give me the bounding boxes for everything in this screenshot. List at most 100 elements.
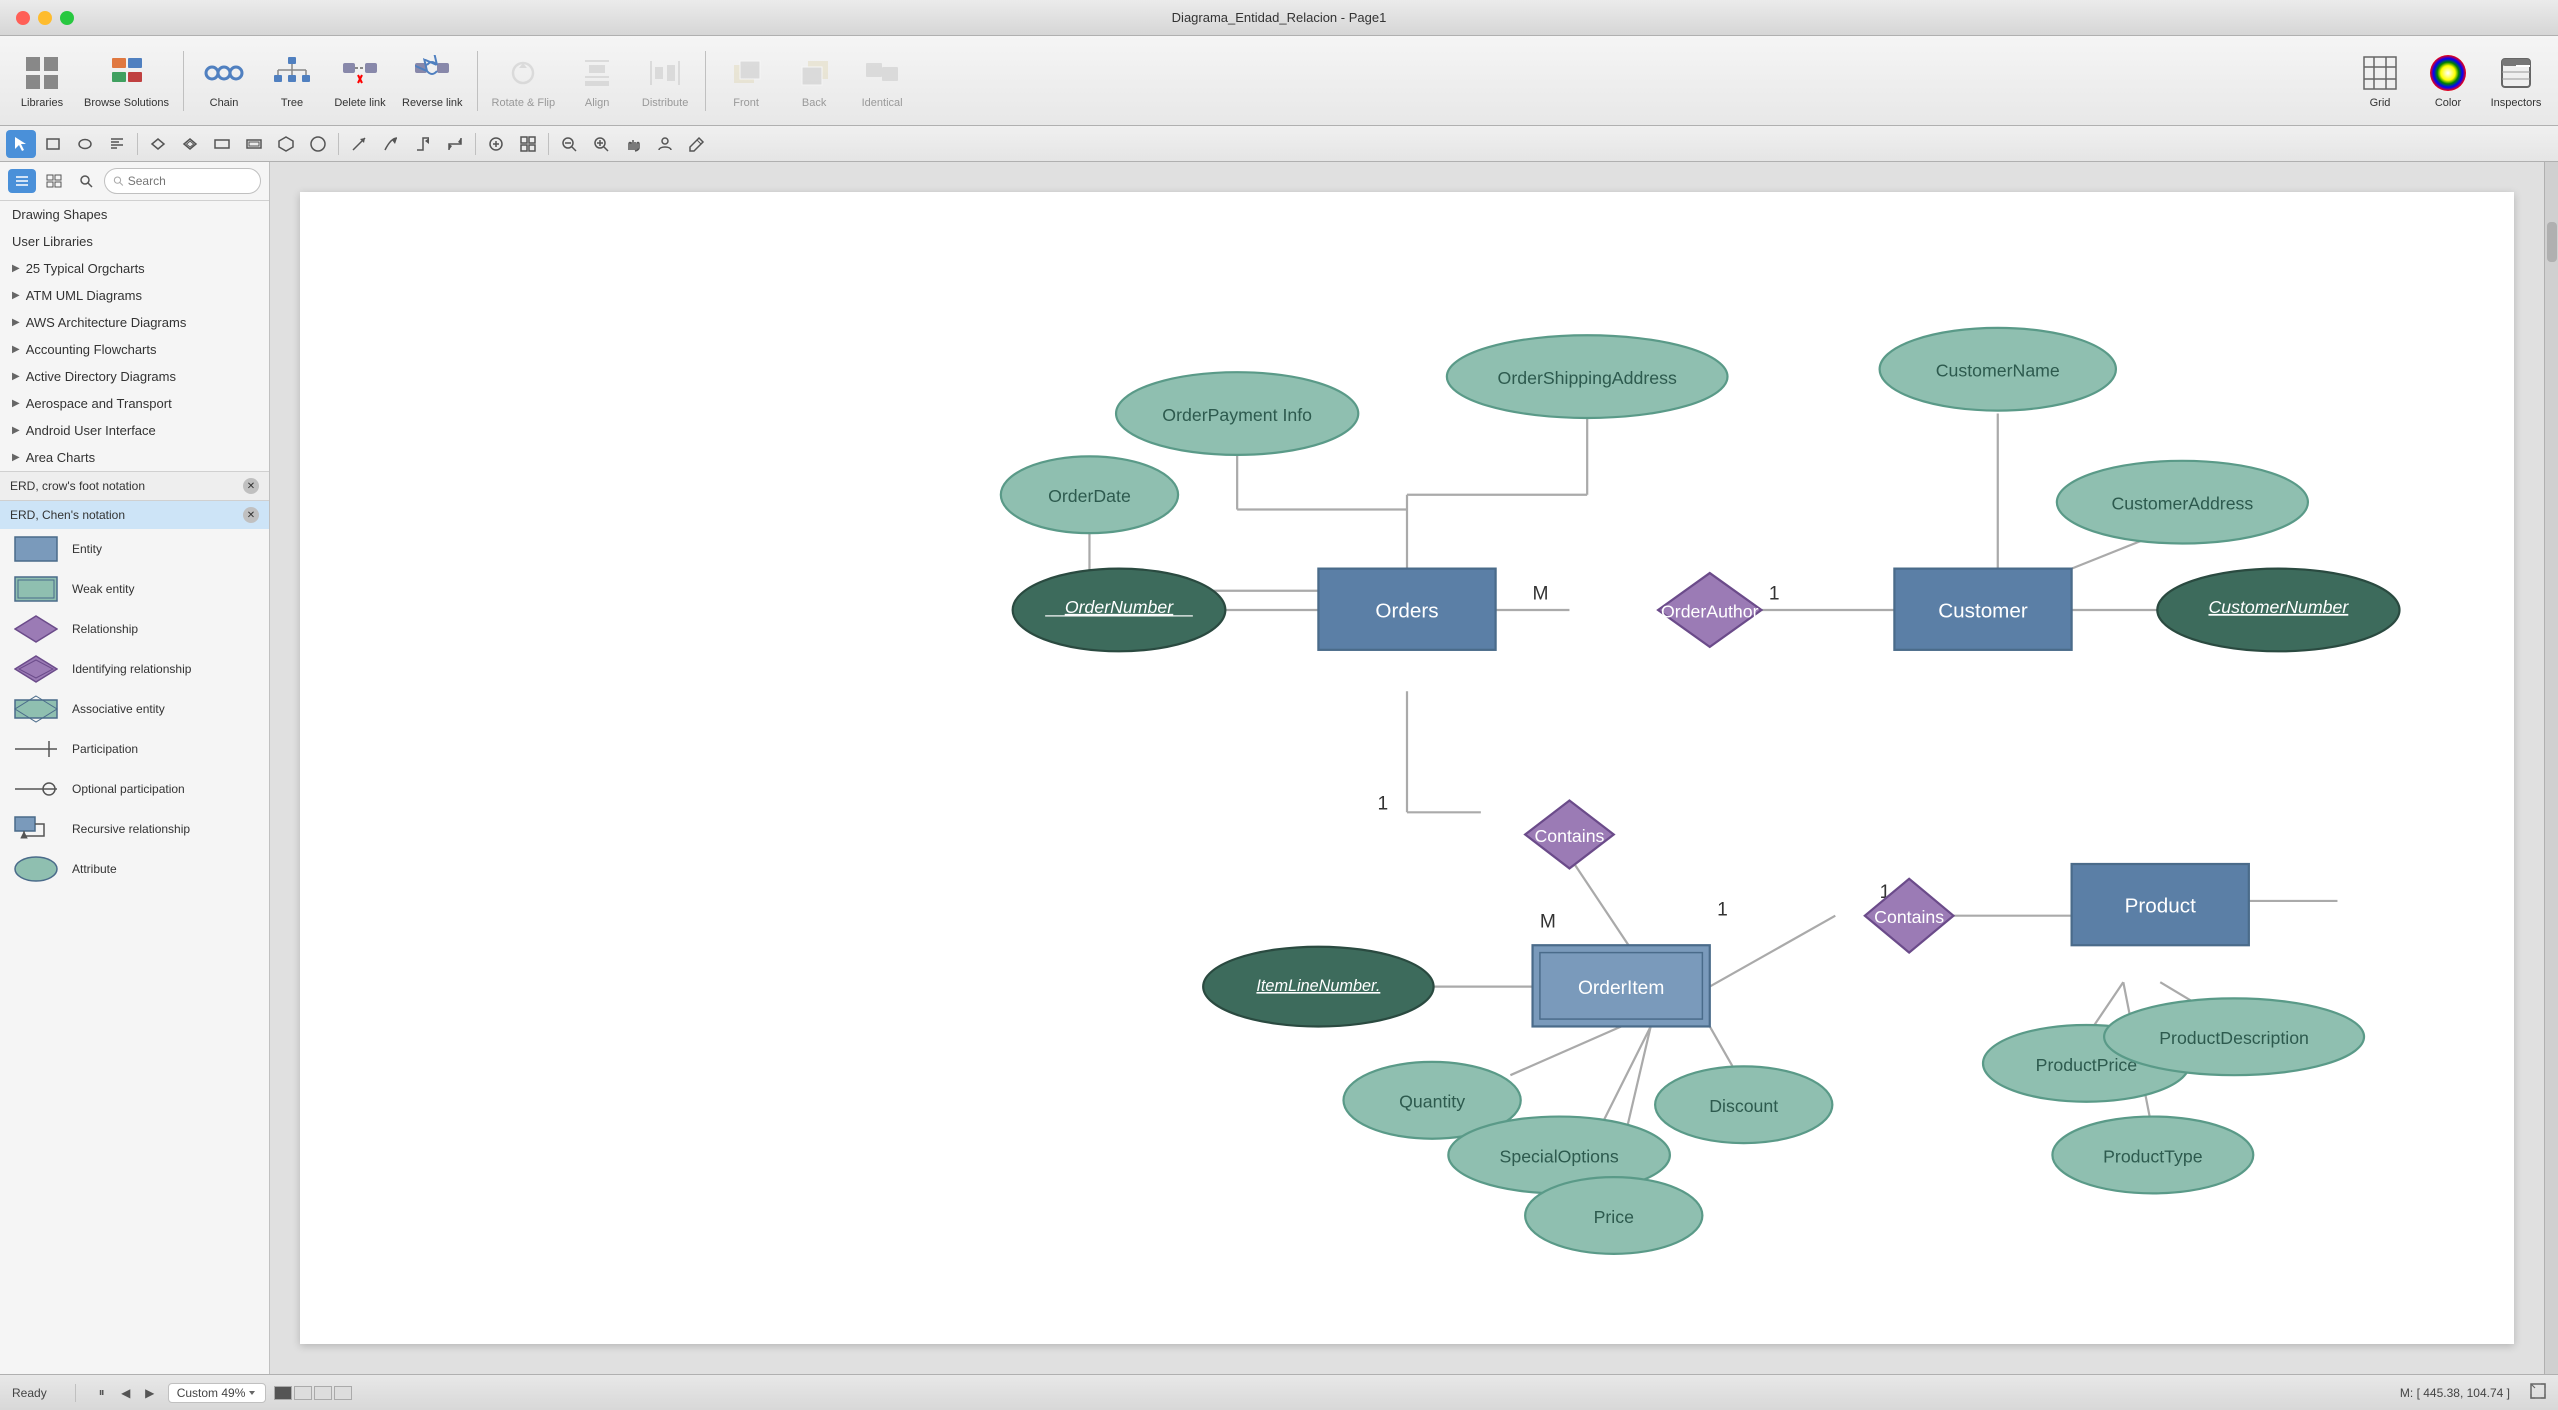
sidebar-accounting[interactable]: ▶ Accounting Flowcharts [0,336,269,363]
page-indicator-4 [334,1386,352,1400]
tool-hand[interactable] [618,130,648,158]
tool-zoom-in[interactable] [586,130,616,158]
tool-grid-view[interactable] [513,130,543,158]
erd-item-participation[interactable]: Participation [0,729,269,769]
minimize-button[interactable] [38,11,52,25]
tool-sep-4 [548,133,549,155]
delete-link-label: Delete link [334,97,385,109]
libraries-label: Libraries [21,97,63,109]
toolbar-distribute[interactable]: Distribute [633,41,697,121]
titlebar: Diagrama_Entidad_Relacion - Page1 [0,0,2558,36]
sidebar-active-directory[interactable]: ▶ Active Directory Diagrams [0,363,269,390]
sidebar: Drawing Shapes User Libraries ▶ 25 Typic… [0,162,270,1374]
svg-text:M: M [1533,584,1549,605]
tool-arrow-1[interactable] [344,130,374,158]
erd-item-relationship[interactable]: Relationship [0,609,269,649]
erd-crows-foot-close[interactable]: ✕ [243,478,259,494]
tool-select[interactable] [6,130,36,158]
tool-arrow-4[interactable] [440,130,470,158]
nav-prev[interactable]: ◀ [116,1383,136,1403]
erd-item-entity[interactable]: Entity [0,529,269,569]
tool-pen[interactable] [682,130,712,158]
erd-item-associative[interactable]: Associative entity [0,689,269,729]
sidebar-user-libraries[interactable]: User Libraries [0,228,269,255]
erd-chens-header[interactable]: ERD, Chen's notation ✕ [0,501,269,529]
canvas[interactable]: M 1 1 M [300,192,2514,1344]
toolbar-back[interactable]: Back [782,41,846,121]
tool-user[interactable] [650,130,680,158]
toolbar-delete-link[interactable]: Delete link [328,41,392,121]
reverse-link-icon [412,53,452,93]
zoom-display[interactable]: Custom 49% [168,1383,267,1403]
nav-next[interactable]: ▶ [140,1383,160,1403]
search-input[interactable] [128,174,252,188]
recursive-label: Recursive relationship [72,822,190,836]
attribute-preview [12,855,60,883]
tool-connect-3[interactable] [207,130,237,158]
svg-text:CustomerAddress: CustomerAddress [2111,494,2253,514]
fullscreen-btn[interactable] [2530,1383,2546,1402]
svg-text:OrderShippingAddress: OrderShippingAddress [1498,368,1677,388]
svg-text:OrderAuthor: OrderAuthor [1661,601,1759,621]
sidebar-aws[interactable]: ▶ AWS Architecture Diagrams [0,309,269,336]
tool-text[interactable] [102,130,132,158]
sidebar-aerospace[interactable]: ▶ Aerospace and Transport [0,390,269,417]
statusbar: Ready ⏸ ◀ ▶ Custom 49% M: [ 445.38, 104.… [0,1374,2558,1410]
tool-connect-4[interactable] [239,130,269,158]
erd-item-identifying-rel[interactable]: Identifying relationship [0,649,269,689]
nav-pause[interactable]: ⏸ [92,1383,112,1403]
front-icon [726,53,766,93]
tool-ellipse[interactable] [70,130,100,158]
erd-item-optional-participation[interactable]: Optional participation [0,769,269,809]
tool-zoom-out[interactable] [554,130,584,158]
toolbar-reverse-link[interactable]: Reverse link [396,41,469,121]
tool-arrow-3[interactable] [408,130,438,158]
close-button[interactable] [16,11,30,25]
erd-crows-foot-header[interactable]: ERD, crow's foot notation ✕ [0,472,269,500]
distribute-icon [645,53,685,93]
tool-arrow-2[interactable] [376,130,406,158]
erd-chens-close[interactable]: ✕ [243,507,259,523]
toolbar-align[interactable]: Align [565,41,629,121]
svg-text:1: 1 [1377,793,1388,814]
vertical-scrollbar[interactable] [2544,162,2558,1374]
sidebar-view-list[interactable] [8,169,36,193]
erd-item-recursive[interactable]: Recursive relationship [0,809,269,849]
tool-rect[interactable] [38,130,68,158]
maximize-button[interactable] [60,11,74,25]
tool-connect-1[interactable] [143,130,173,158]
toolbar-sep-2 [477,51,478,111]
sidebar-view-search[interactable] [72,169,100,193]
toolbar-grid[interactable]: Grid [2348,41,2412,121]
erd-item-weak-entity[interactable]: Weak entity [0,569,269,609]
erd-item-attribute[interactable]: Attribute [0,849,269,889]
sidebar-orgcharts[interactable]: ▶ 25 Typical Orgcharts [0,255,269,282]
toolbar-rotate-flip[interactable]: Rotate & Flip [486,41,562,121]
tool-connect-6[interactable] [303,130,333,158]
canvas-area[interactable]: M 1 1 M [270,162,2544,1374]
front-label: Front [733,97,759,109]
atm-label: ATM UML Diagrams [26,288,142,303]
toolbar-front[interactable]: Front [714,41,778,121]
sidebar-view-grid[interactable] [40,169,68,193]
sidebar-area-charts[interactable]: ▶ Area Charts [0,444,269,471]
svg-text:Quantity: Quantity [1399,1092,1465,1112]
sidebar-search-box[interactable] [104,168,261,194]
tool-expand[interactable] [481,130,511,158]
toolbar-inspectors[interactable]: Inspectors [2484,41,2548,121]
sidebar-android[interactable]: ▶ Android User Interface [0,417,269,444]
attribute-label: Attribute [72,862,117,876]
tool-connect-2[interactable] [175,130,205,158]
area-charts-arrow: ▶ [12,452,20,463]
toolbar-chain[interactable]: Chain [192,41,256,121]
sidebar-atm-uml[interactable]: ▶ ATM UML Diagrams [0,282,269,309]
toolbar-tree[interactable]: Tree [260,41,324,121]
toolbar-identical[interactable]: Identical [850,41,914,121]
identifying-rel-preview [12,655,60,683]
sidebar-drawing-shapes[interactable]: Drawing Shapes [0,201,269,228]
toolbar-browse-solutions[interactable]: Browse Solutions [78,41,175,121]
delete-link-icon [340,53,380,93]
toolbar-libraries[interactable]: Libraries [10,41,74,121]
toolbar-color[interactable]: Color [2416,41,2480,121]
tool-connect-5[interactable] [271,130,301,158]
